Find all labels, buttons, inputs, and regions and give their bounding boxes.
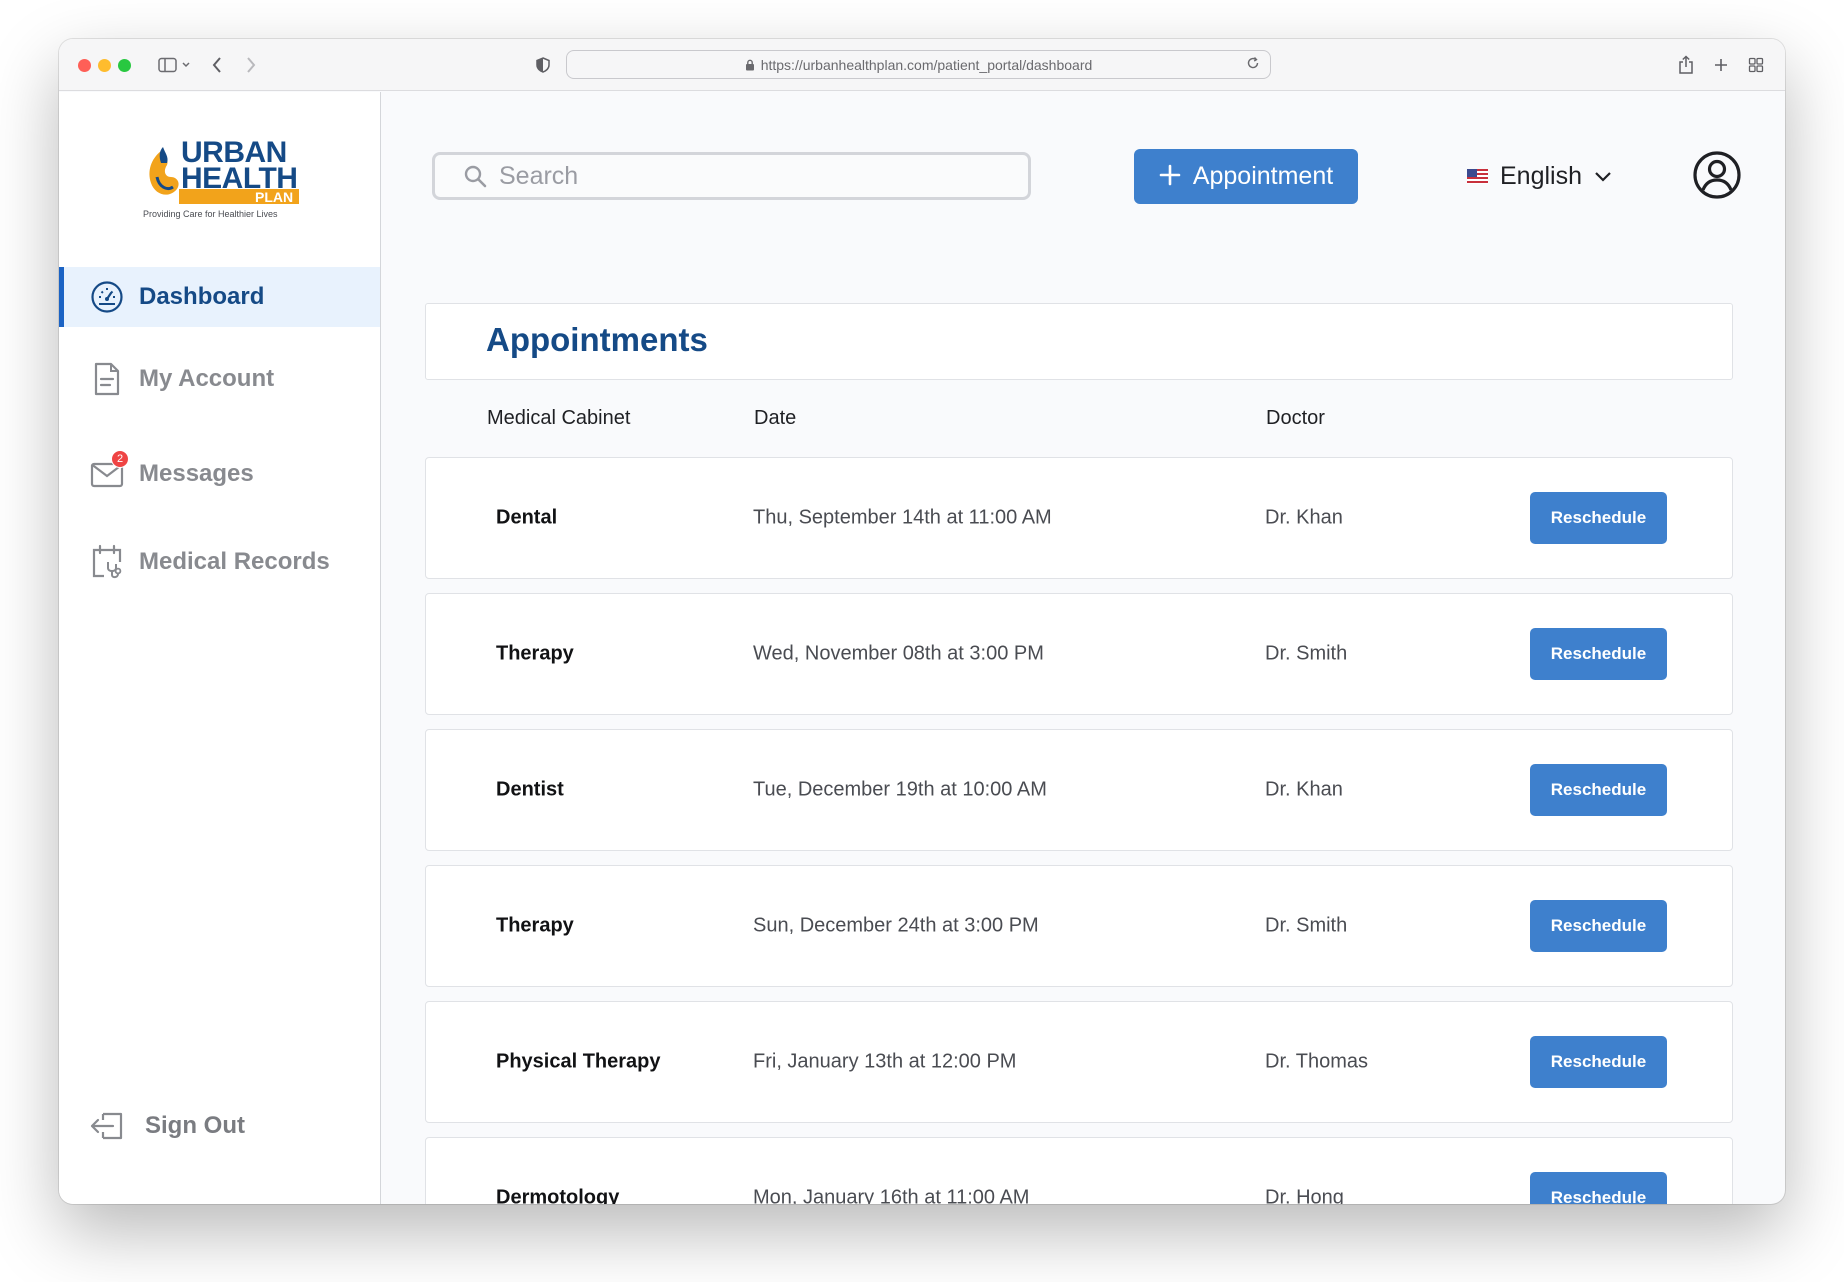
speedometer-icon: [89, 279, 125, 315]
sign-out-button[interactable]: Sign Out: [59, 1096, 380, 1156]
main-content: Search Appointment English Appointments …: [382, 92, 1785, 1204]
us-flag-icon: [1467, 168, 1488, 184]
search-input[interactable]: Search: [432, 152, 1031, 200]
sign-out-label: Sign Out: [145, 1112, 245, 1139]
profile-avatar-icon[interactable]: [1692, 150, 1742, 200]
appointment-doctor: Dr. Khan: [1265, 506, 1343, 529]
appointment-cabinet: Dermotology: [496, 1186, 620, 1205]
sidebar-item-label: Messages: [139, 460, 254, 487]
appointment-row: Dental Thu, September 14th at 11:00 AM D…: [425, 457, 1733, 579]
sign-out-icon: [89, 1108, 125, 1144]
back-icon[interactable]: [207, 51, 227, 79]
reschedule-button[interactable]: Reschedule: [1530, 1172, 1667, 1204]
add-appointment-button[interactable]: Appointment: [1134, 149, 1358, 204]
appointment-cabinet: Therapy: [496, 642, 574, 665]
appointment-date: Mon, January 16th at 11:00 AM: [753, 1186, 1030, 1205]
appointment-date: Sun, December 24th at 3:00 PM: [753, 914, 1039, 937]
sidebar-item-my-account[interactable]: My Account: [59, 349, 380, 409]
tab-overview-icon[interactable]: [1745, 51, 1767, 79]
reschedule-button[interactable]: Reschedule: [1530, 1036, 1667, 1088]
appointment-row: Therapy Wed, November 08th at 3:00 PM Dr…: [425, 593, 1733, 715]
appointment-row: Physical Therapy Fri, January 13th at 12…: [425, 1001, 1733, 1123]
zoom-window-button[interactable]: [118, 59, 131, 72]
forward-icon[interactable]: [241, 51, 261, 79]
close-window-button[interactable]: [78, 59, 91, 72]
appointment-doctor: Dr. Smith: [1265, 914, 1348, 937]
sidebar-item-label: Medical Records: [139, 548, 330, 575]
appointment-cabinet: Therapy: [496, 914, 574, 937]
messages-unread-badge: 2: [111, 450, 129, 468]
appointment-cabinet: Dentist: [496, 778, 564, 801]
envelope-icon: 2: [89, 450, 129, 492]
sidebar-item-label: My Account: [139, 365, 275, 392]
url-text: https://urbanhealthplan.com/patient_port…: [760, 56, 1093, 73]
sidebar-item-dashboard[interactable]: Dashboard: [59, 267, 380, 327]
browser-window: https://urbanhealthplan.com/patient_port…: [59, 39, 1785, 1204]
sidebar-item-label: Dashboard: [139, 283, 265, 310]
search-icon: [463, 164, 487, 188]
appointment-row: Dermotology Mon, January 16th at 11:00 A…: [425, 1137, 1733, 1204]
appointment-row: Therapy Sun, December 24th at 3:00 PM Dr…: [425, 865, 1733, 987]
search-placeholder: Search: [499, 161, 579, 190]
reload-icon[interactable]: [1246, 56, 1260, 70]
browser-toolbar: https://urbanhealthplan.com/patient_port…: [59, 39, 1785, 91]
minimize-window-button[interactable]: [98, 59, 111, 72]
appointment-cabinet: Physical Therapy: [496, 1050, 661, 1073]
appointment-date: Wed, November 08th at 3:00 PM: [753, 642, 1044, 665]
urban-health-plan-logo[interactable]: URBAN HEALTH PLAN Providing Care for Hea…: [143, 137, 303, 227]
language-label: English: [1500, 161, 1582, 190]
new-tab-icon[interactable]: [1710, 51, 1732, 79]
column-header-medical-cabinet: Medical Cabinet: [487, 407, 631, 429]
lock-icon: [745, 59, 755, 71]
calendar-stethoscope-icon: [89, 544, 125, 580]
address-bar[interactable]: https://urbanhealthplan.com/patient_port…: [566, 50, 1271, 79]
column-header-date: Date: [754, 407, 797, 429]
reschedule-button[interactable]: Reschedule: [1530, 492, 1667, 544]
appointment-doctor: Dr. Thomas: [1265, 1050, 1368, 1073]
chevron-down-icon: [1594, 170, 1612, 182]
share-icon[interactable]: [1675, 51, 1697, 79]
appointments-panel-header: Appointments: [425, 303, 1733, 380]
add-appointment-label: Appointment: [1192, 162, 1334, 190]
logo-line-plan: PLAN: [255, 189, 294, 205]
appointment-row: Dentist Tue, December 19th at 10:00 AM D…: [425, 729, 1733, 851]
appointment-date: Thu, September 14th at 11:00 AM: [753, 506, 1052, 529]
reschedule-button[interactable]: Reschedule: [1530, 900, 1667, 952]
appointment-cabinet: Dental: [496, 506, 558, 529]
appointment-date: Fri, January 13th at 12:00 PM: [753, 1050, 1017, 1073]
appointment-date: Tue, December 19th at 10:00 AM: [753, 778, 1047, 801]
appointment-doctor: Dr. Smith: [1265, 642, 1348, 665]
appointment-doctor: Dr. Hong: [1265, 1186, 1344, 1205]
sidebar-item-messages[interactable]: 2 Messages: [59, 444, 380, 504]
sidebar-item-medical-records[interactable]: Medical Records: [59, 532, 380, 592]
sidebar-toggle-icon[interactable]: [155, 51, 195, 79]
language-selector[interactable]: English: [1467, 156, 1612, 196]
appointments-title: Appointments: [486, 321, 708, 358]
reschedule-button[interactable]: Reschedule: [1530, 764, 1667, 816]
plus-icon: [1159, 159, 1181, 191]
document-icon: [89, 361, 125, 397]
column-header-doctor: Doctor: [1266, 407, 1325, 429]
privacy-shield-icon[interactable]: [533, 51, 553, 79]
logo-tagline: Providing Care for Healthier Lives: [143, 209, 278, 219]
sidebar: URBAN HEALTH PLAN Providing Care for Hea…: [59, 92, 381, 1204]
reschedule-button[interactable]: Reschedule: [1530, 628, 1667, 680]
appointment-doctor: Dr. Khan: [1265, 778, 1343, 801]
